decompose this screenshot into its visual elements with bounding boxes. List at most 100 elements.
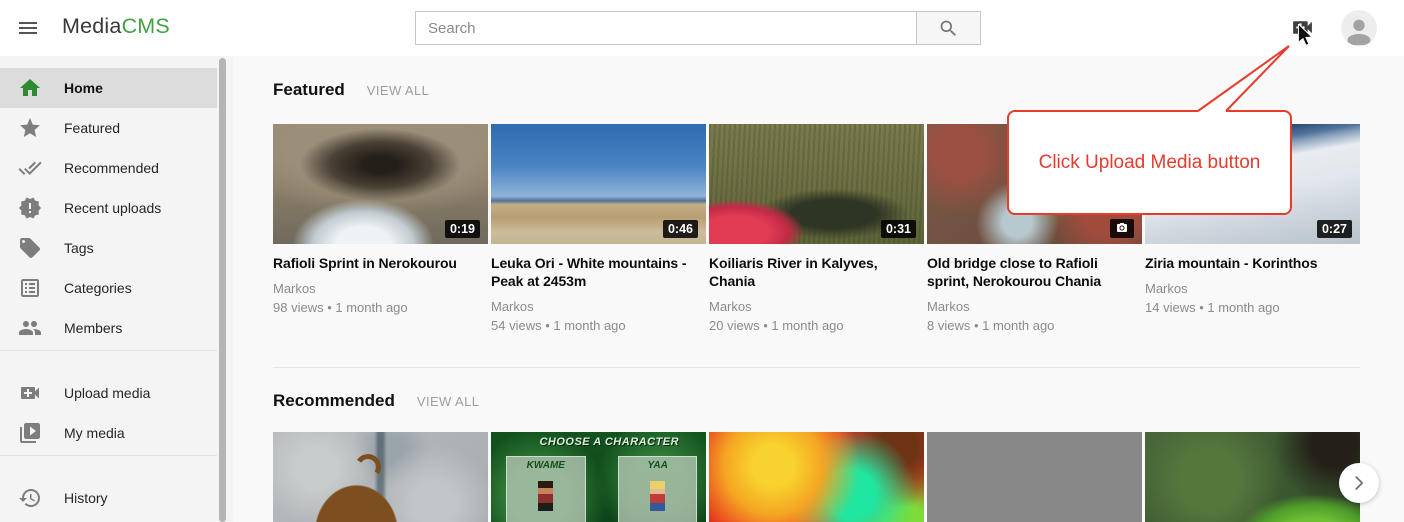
members-icon <box>18 316 42 340</box>
video-thumbnail-leuka-ori[interactable]: 0:46 <box>491 124 706 244</box>
video-thumbnail-colorful[interactable] <box>709 432 924 522</box>
mouse-cursor-icon <box>1298 24 1314 48</box>
card-text: Ziria mountain - Korinthos Markos 14 vie… <box>1145 254 1360 344</box>
search-icon <box>941 20 956 35</box>
section-title: Recommended <box>273 391 395 411</box>
sidebar-item-upload-media[interactable]: Upload media <box>0 373 217 413</box>
card-text: Leuka Ori - White mountains - Peak at 24… <box>491 254 706 344</box>
sidebar-divider <box>0 455 217 456</box>
upload-media-icon <box>18 381 42 405</box>
video-meta: 8 views • 1 month ago <box>927 317 1142 334</box>
section-header: Featured VIEW ALL <box>273 80 1360 100</box>
sidebar-item-members[interactable]: Members <box>0 308 217 348</box>
done-all-icon <box>18 156 42 180</box>
search-bar <box>415 11 981 45</box>
sidebar-item-featured[interactable]: Featured <box>0 108 217 148</box>
video-thumbnail-koiliaris[interactable]: 0:31 <box>709 124 924 244</box>
top-bar: MediaCMS <box>0 0 1404 56</box>
video-meta: 54 views • 1 month ago <box>491 317 706 334</box>
sidebar-item-label: Categories <box>64 280 132 296</box>
game-character-name: KWAME <box>507 460 585 471</box>
media-card[interactable]: 0:19 Rafioli Sprint in Nerokourou Markos… <box>273 124 488 344</box>
media-card[interactable] <box>273 432 488 522</box>
video-thumbnail-mountain[interactable] <box>927 432 1142 522</box>
sidebar-item-label: Featured <box>64 120 120 136</box>
video-thumbnail-waterfall[interactable]: 0:19 <box>273 124 488 244</box>
new-releases-icon <box>18 196 42 220</box>
view-all-link[interactable]: VIEW ALL <box>417 394 479 409</box>
media-card[interactable]: 0:46 Leuka Ori - White mountains - Peak … <box>491 124 706 344</box>
sidebar-item-history[interactable]: History <box>0 478 217 518</box>
video-thumbnail-leaves[interactable] <box>1145 432 1360 522</box>
sidebar-item-categories[interactable]: Categories <box>0 268 217 308</box>
media-card[interactable] <box>709 432 924 522</box>
cards-row: CHOOSE A CHARACTER KWAME YAA Selected Se… <box>273 432 1360 522</box>
duration-badge: 0:31 <box>881 220 916 238</box>
game-character-sprite <box>538 481 553 511</box>
logo-text-cms: CMS <box>122 14 170 38</box>
sidebar-item-label: Recommended <box>64 160 159 176</box>
search-input[interactable] <box>416 12 916 44</box>
hamburger-menu-button[interactable] <box>14 16 42 40</box>
card-text: Koiliaris River in Kalyves, Chania Marko… <box>709 254 924 344</box>
game-heading-text: CHOOSE A CHARACTER <box>513 436 707 448</box>
history-icon <box>18 486 42 510</box>
pumpkin-body <box>307 476 406 522</box>
sidebar-item-label: History <box>64 490 108 506</box>
image-type-badge <box>1110 219 1134 238</box>
sidebar-item-label: My media <box>64 425 125 441</box>
chevron-right-icon <box>1348 472 1370 494</box>
video-author[interactable]: Markos <box>1145 280 1360 297</box>
sidebar-item-tags[interactable]: Tags <box>0 228 217 268</box>
game-character-sprite <box>650 481 665 511</box>
video-thumbnail-pumpkin[interactable] <box>273 432 488 522</box>
annotation-text: Click Upload Media button <box>1039 152 1261 174</box>
section-header: Recommended VIEW ALL <box>273 391 1360 411</box>
duration-badge: 0:19 <box>445 220 480 238</box>
sidebar-scrollbar-thumb[interactable] <box>219 58 226 522</box>
video-title[interactable]: Koiliaris River in Kalyves, Chania <box>709 254 924 290</box>
sidebar-divider <box>0 350 217 351</box>
media-card[interactable]: CHOOSE A CHARACTER KWAME YAA Selected Se… <box>491 432 706 522</box>
media-card[interactable]: 0:31 Koiliaris River in Kalyves, Chania … <box>709 124 924 344</box>
user-avatar-button[interactable] <box>1341 10 1377 46</box>
video-title[interactable]: Ziria mountain - Korinthos <box>1145 254 1360 272</box>
video-meta: 14 views • 1 month ago <box>1145 299 1360 316</box>
my-media-icon <box>18 421 42 445</box>
tag-icon <box>18 236 42 260</box>
duration-badge: 0:27 <box>1317 220 1352 238</box>
media-card[interactable] <box>927 432 1142 522</box>
video-thumbnail-game[interactable]: CHOOSE A CHARACTER KWAME YAA Selected Se… <box>491 432 706 522</box>
section-recommended: Recommended VIEW ALL CHOOSE A CHARACTER … <box>273 391 1360 522</box>
sidebar-item-home[interactable]: Home <box>0 68 217 108</box>
camera-icon <box>1115 222 1129 234</box>
mediacms-logo[interactable]: MediaCMS <box>62 14 170 39</box>
video-author[interactable]: Markos <box>927 298 1142 315</box>
video-meta: 98 views • 1 month ago <box>273 299 488 316</box>
media-card[interactable] <box>1145 432 1360 522</box>
sidebar-item-recommended[interactable]: Recommended <box>0 148 217 188</box>
categories-icon <box>18 276 42 300</box>
video-title[interactable]: Old bridge close to Rafioli sprint, Nero… <box>927 254 1142 290</box>
annotation-callout: Click Upload Media button <box>1007 110 1292 215</box>
video-author[interactable]: Markos <box>709 298 924 315</box>
logo-text-media: Media <box>62 14 122 38</box>
sidebar-item-label: Recent uploads <box>64 200 161 216</box>
sidebar-item-recent-uploads[interactable]: Recent uploads <box>0 188 217 228</box>
game-panel-left: KWAME <box>506 456 586 522</box>
carousel-next-button[interactable] <box>1339 463 1379 503</box>
menu-icon <box>19 22 37 34</box>
home-icon <box>18 76 42 100</box>
video-title[interactable]: Leuka Ori - White mountains - Peak at 24… <box>491 254 706 290</box>
sidebar-item-my-media[interactable]: My media <box>0 413 217 453</box>
game-character-name: YAA <box>619 460 697 471</box>
game-panel-right: YAA <box>618 456 698 522</box>
video-meta: 20 views • 1 month ago <box>709 317 924 334</box>
card-text: Rafioli Sprint in Nerokourou Markos 98 v… <box>273 254 488 344</box>
section-title: Featured <box>273 80 345 100</box>
video-author[interactable]: Markos <box>273 280 488 297</box>
search-button[interactable] <box>916 12 980 44</box>
video-title[interactable]: Rafioli Sprint in Nerokourou <box>273 254 488 272</box>
video-author[interactable]: Markos <box>491 298 706 315</box>
view-all-link[interactable]: VIEW ALL <box>367 83 429 98</box>
